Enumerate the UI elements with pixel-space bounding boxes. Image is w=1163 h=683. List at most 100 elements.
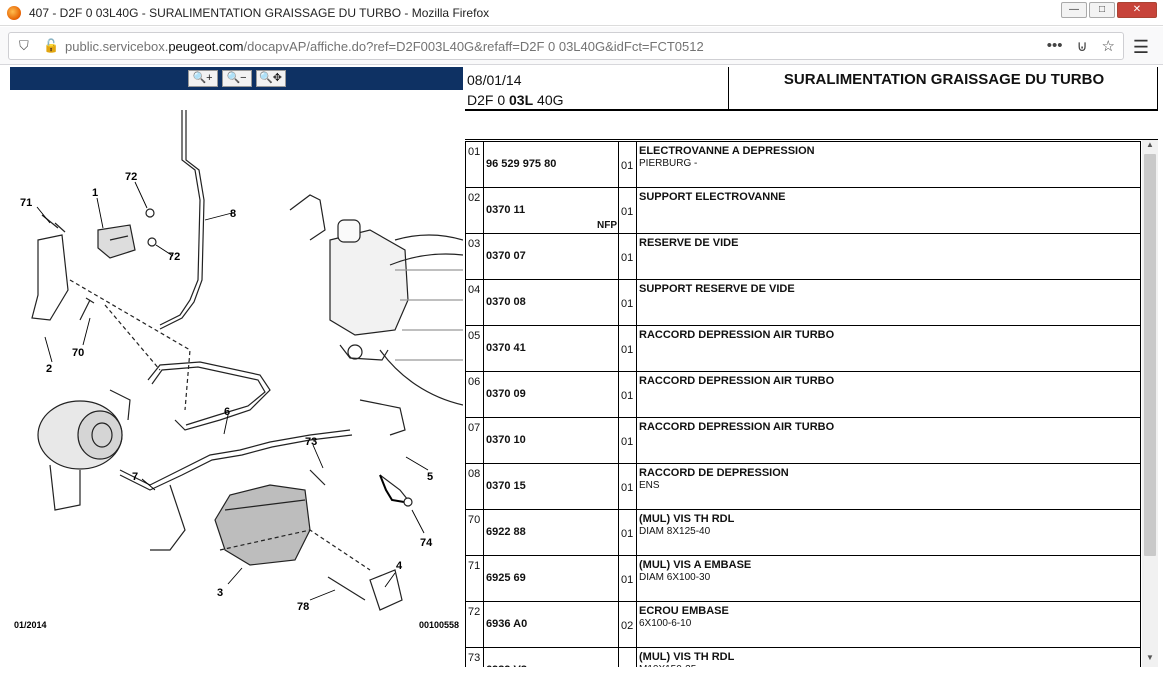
- part-index: 07: [465, 417, 484, 464]
- zoom-in-icon[interactable]: 🔍+: [187, 70, 218, 87]
- part-quantity: 01: [618, 555, 637, 602]
- part-desc-main: (MUL) VIS TH RDL: [639, 513, 735, 525]
- part-index: 71: [465, 555, 484, 602]
- menu-icon[interactable]: ☰: [1133, 37, 1149, 58]
- part-description: (MUL) VIS TH RDL DIAM 8X125-40: [636, 509, 1141, 556]
- part-description: RACCORD DEPRESSION AIR TURBO: [636, 417, 1141, 464]
- part-ref-text: 0370 07: [486, 250, 526, 262]
- part-ref-text: 6936 A0: [486, 618, 528, 630]
- table-row[interactable]: 06 0370 09 01 RACCORD DEPRESSION AIR TURBO: [465, 371, 1141, 418]
- zoom-out-icon[interactable]: 🔍−: [221, 70, 252, 87]
- part-index: 72: [465, 601, 484, 648]
- part-reference[interactable]: 0370 07: [483, 233, 619, 280]
- url-text[interactable]: public.servicebox.peugeot.com/docapvAP/a…: [65, 39, 704, 54]
- part-ref-text: 0370 09: [486, 388, 526, 400]
- table-row[interactable]: 70 6922 88 01 (MUL) VIS TH RDL DIAM 8X125-40: [465, 509, 1141, 556]
- table-row[interactable]: 08 0370 15 01 RACCORD DE DEPRESSION ENS: [465, 463, 1141, 510]
- pocket-icon[interactable]: ⊍: [1077, 37, 1088, 55]
- part-reference[interactable]: 6936 A0: [483, 601, 619, 648]
- callout-label: 72: [125, 171, 137, 183]
- part-reference[interactable]: 6925 69: [483, 555, 619, 602]
- part-desc-main: RACCORD DEPRESSION AIR TURBO: [639, 421, 835, 433]
- part-index: 73: [465, 647, 484, 667]
- part-description: RACCORD DEPRESSION AIR TURBO: [636, 371, 1141, 418]
- tracking-shield-icon[interactable]: ⛉: [19, 39, 33, 53]
- callout-label: 3: [217, 587, 223, 599]
- part-desc-main: RESERVE DE VIDE: [639, 237, 739, 249]
- part-reference[interactable]: 0370 08: [483, 279, 619, 326]
- page-actions-icon[interactable]: •••: [1047, 37, 1063, 55]
- part-desc-sub: M10X150-25: [639, 664, 1138, 667]
- table-row[interactable]: 71 6925 69 01 (MUL) VIS A EMBASE DIAM 6X100-…: [465, 555, 1141, 602]
- part-desc-main: ECROU EMBASE: [639, 605, 729, 617]
- part-reference[interactable]: 0370 11 NFP: [483, 187, 619, 234]
- part-quantity: 01: [618, 417, 637, 464]
- address-bar[interactable]: ⛉ 🔓 public.servicebox.peugeot.com/docapv…: [8, 32, 1124, 60]
- scroll-thumb[interactable]: [1144, 154, 1156, 556]
- part-desc-sub: PIERBURG -: [639, 158, 698, 169]
- diagram-pane: 🔍+ 🔍− 🔍✥ 71 1 72 8 72 2 70 6 73 5 7 74 3…: [10, 67, 463, 642]
- part-reference[interactable]: 0370 41: [483, 325, 619, 372]
- part-index: 70: [465, 509, 484, 556]
- zoom-pan-icon[interactable]: 🔍✥: [255, 70, 286, 87]
- part-index: 03: [465, 233, 484, 280]
- part-desc-sub: ENS: [639, 480, 660, 491]
- exploded-parts-diagram: 71 1 72 8 72 2 70 6 73 5 7 74 3 78 4: [20, 110, 463, 613]
- close-button[interactable]: ✕: [1117, 2, 1157, 18]
- header-date: 08/01/14: [467, 72, 522, 88]
- vertical-scrollbar[interactable]: ▲ ▼: [1142, 140, 1158, 667]
- header-info: 08/01/14 D2F 0 03L 40G: [467, 70, 564, 110]
- minimize-button[interactable]: —: [1061, 2, 1087, 18]
- callout-label: 4: [396, 560, 403, 572]
- part-description: RACCORD DE DEPRESSION ENS: [636, 463, 1141, 510]
- part-desc-main: RACCORD DE DEPRESSION: [639, 467, 789, 479]
- part-quantity: 02: [618, 601, 637, 648]
- part-desc-main: (MUL) VIS TH RDL: [639, 651, 735, 663]
- part-index: 08: [465, 463, 484, 510]
- table-row[interactable]: 01 96 529 975 80 01 ELECTROVANNE A DEPRESSI…: [465, 141, 1141, 188]
- callout-label: 6: [224, 406, 230, 418]
- header-border: [1157, 67, 1158, 111]
- part-desc-main: ELECTROVANNE A DEPRESSION: [639, 145, 815, 157]
- part-desc-main: RACCORD DEPRESSION AIR TURBO: [639, 329, 835, 341]
- part-quantity: 01: [618, 187, 637, 234]
- table-row[interactable]: 02 0370 11 NFP 01 SUPPORT ELECTROVANNE: [465, 187, 1141, 234]
- part-index: 06: [465, 371, 484, 418]
- part-ref-text: 0370 15: [486, 480, 526, 492]
- part-reference[interactable]: 0370 15: [483, 463, 619, 510]
- nfp-badge: NFP: [597, 220, 617, 231]
- part-desc-sub: 6X100-6-10: [639, 618, 692, 629]
- part-quantity: 01: [618, 279, 637, 326]
- part-reference[interactable]: 0370 09: [483, 371, 619, 418]
- callout-label: 74: [420, 537, 433, 549]
- zoom-toolbar: 🔍+ 🔍− 🔍✥: [10, 67, 463, 90]
- part-reference[interactable]: 96 529 975 80: [483, 141, 619, 188]
- callout-label: 73: [305, 436, 317, 448]
- table-row[interactable]: 72 6936 A0 02 ECROU EMBASE 6X100-6-10: [465, 601, 1141, 648]
- table-row[interactable]: 05 0370 41 01 RACCORD DEPRESSION AIR TURBO: [465, 325, 1141, 372]
- table-row[interactable]: 03 0370 07 01 RESERVE DE VIDE: [465, 233, 1141, 280]
- table-row[interactable]: 04 0370 08 01 SUPPORT RESERVE DE VIDE: [465, 279, 1141, 326]
- part-reference[interactable]: 6939 V3: [483, 647, 619, 667]
- part-reference[interactable]: 0370 10: [483, 417, 619, 464]
- parts-header: 08/01/14 D2F 0 03L 40G SURALIMENTATION G…: [465, 67, 1158, 111]
- callout-label: 78: [297, 601, 309, 613]
- callout-label: 5: [427, 471, 433, 483]
- callout-label: 70: [72, 347, 84, 359]
- window-controls: — □ ✕: [1061, 2, 1157, 18]
- firefox-icon: [7, 5, 21, 20]
- table-row[interactable]: 07 0370 10 01 RACCORD DEPRESSION AIR TURBO: [465, 417, 1141, 464]
- maximize-button[interactable]: □: [1089, 2, 1115, 18]
- bookmark-star-icon[interactable]: ☆: [1102, 37, 1115, 55]
- scroll-up-icon[interactable]: ▲: [1142, 140, 1158, 154]
- part-desc-main: SUPPORT RESERVE DE VIDE: [639, 283, 795, 295]
- callout-label: 72: [168, 251, 180, 263]
- table-row[interactable]: 736939 V3 01(MUL) VIS TH RDLM10X150-25: [465, 647, 1141, 667]
- part-index: 01: [465, 141, 484, 188]
- part-ref-text: 0370 41: [486, 342, 526, 354]
- scroll-down-icon[interactable]: ▼: [1142, 653, 1158, 667]
- insecure-connection-icon[interactable]: 🔓: [43, 39, 59, 53]
- part-reference[interactable]: 6922 88: [483, 509, 619, 556]
- part-description: ECROU EMBASE 6X100-6-10: [636, 601, 1141, 648]
- part-description: SUPPORT RESERVE DE VIDE: [636, 279, 1141, 326]
